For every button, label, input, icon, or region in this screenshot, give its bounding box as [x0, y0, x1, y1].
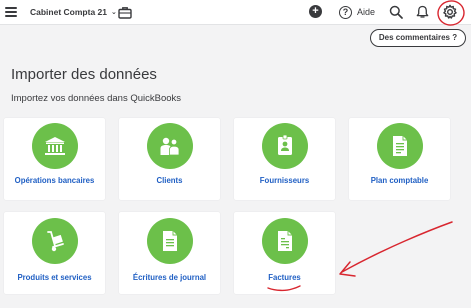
chevron-down-icon: ⌄ — [111, 9, 117, 16]
card-label[interactable]: Plan comptable — [349, 176, 450, 185]
bank-icon — [32, 123, 78, 169]
company-switcher[interactable]: Cabinet Compta 21 ⌄ — [30, 5, 117, 19]
card-label[interactable]: Fournisseurs — [234, 176, 335, 185]
annotation-arrow — [341, 221, 453, 273]
card-label[interactable]: Factures — [234, 273, 335, 282]
help-button[interactable]: ? Aide — [339, 4, 375, 20]
page-title: Importer des données — [11, 66, 157, 83]
import-card-journal-entries[interactable]: Écritures de journal — [119, 212, 220, 294]
help-icon: ? — [339, 5, 352, 19]
company-name: Cabinet Compta 21 — [30, 7, 107, 17]
import-card-products-services[interactable]: Produits et services — [4, 212, 105, 294]
search-icon[interactable] — [389, 5, 403, 19]
top-bar: Cabinet Compta 21 ⌄ + ? Aide — [0, 0, 471, 25]
document-list-icon — [377, 123, 423, 169]
annotation-arrowhead — [339, 261, 356, 277]
import-card-chart-of-accounts[interactable]: Plan comptable — [349, 118, 450, 200]
card-label[interactable]: Produits et services — [4, 273, 105, 282]
people-icon — [147, 123, 193, 169]
page-subtitle: Importez vos données dans QuickBooks — [11, 93, 182, 104]
briefcase-icon[interactable] — [118, 5, 132, 19]
supplier-badge-icon — [262, 123, 308, 169]
feedback-button[interactable]: Des commentaires ? — [370, 29, 466, 47]
plus-icon[interactable]: + — [309, 5, 322, 18]
card-label[interactable]: Opérations bancaires — [4, 176, 105, 185]
import-card-clients[interactable]: Clients — [119, 118, 220, 200]
import-card-invoices[interactable]: Factures — [234, 212, 335, 294]
hand-truck-icon — [32, 218, 78, 264]
bell-icon[interactable] — [415, 5, 429, 19]
gear-icon[interactable] — [441, 3, 459, 21]
invoice-icon — [262, 218, 308, 264]
card-label[interactable]: Clients — [119, 176, 220, 185]
import-card-bank-transactions[interactable]: Opérations bancaires — [4, 118, 105, 200]
import-card-suppliers[interactable]: Fournisseurs — [234, 118, 335, 200]
help-label: Aide — [357, 7, 376, 17]
card-label[interactable]: Écritures de journal — [119, 273, 220, 282]
journal-icon — [147, 218, 193, 264]
hamburger-icon[interactable] — [4, 5, 18, 19]
